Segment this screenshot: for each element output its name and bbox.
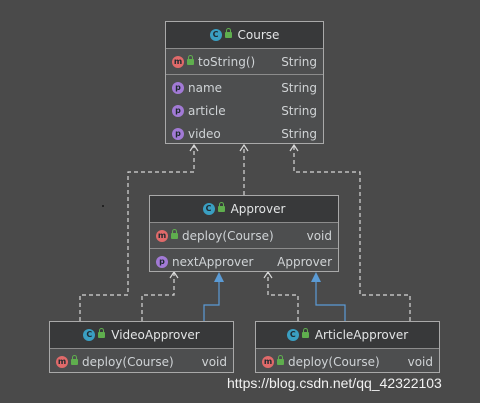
uml-class-diagram: C Course m toString() String p name Stri… bbox=[0, 0, 480, 403]
method-icon: m bbox=[56, 355, 68, 368]
class-header: C Approver bbox=[150, 196, 338, 223]
method-row[interactable]: m toString() String bbox=[166, 50, 323, 73]
class-course[interactable]: C Course m toString() String p name Stri… bbox=[165, 21, 324, 144]
class-name: Course bbox=[237, 28, 280, 42]
public-lock-icon bbox=[171, 228, 178, 239]
property-icon: p bbox=[156, 255, 168, 268]
field-type: String bbox=[281, 103, 317, 118]
field-type: Approver bbox=[277, 254, 332, 269]
fields-section: p nextApprover Approver bbox=[150, 249, 338, 274]
class-header: C Course bbox=[166, 22, 323, 49]
method-type: String bbox=[281, 54, 317, 69]
class-icon: C bbox=[83, 329, 96, 341]
class-icon: C bbox=[209, 29, 222, 41]
field-name: video bbox=[188, 126, 221, 141]
field-type: String bbox=[281, 126, 317, 141]
method-name: deploy(Course) bbox=[182, 228, 274, 243]
public-lock-icon bbox=[71, 354, 78, 365]
field-row[interactable]: p article String bbox=[166, 99, 323, 122]
property-icon: p bbox=[172, 104, 184, 117]
field-name: name bbox=[188, 80, 223, 95]
method-name: deploy(Course) bbox=[288, 354, 380, 369]
class-icon: C bbox=[286, 329, 299, 341]
abstract-class-icon: C bbox=[202, 203, 215, 215]
method-icon: m bbox=[262, 355, 274, 368]
watermark-text: https://blog.csdn.net/qq_42322103 bbox=[227, 375, 442, 391]
method-row[interactable]: m deploy(Course) void bbox=[150, 224, 338, 247]
method-row[interactable]: m deploy(Course) void bbox=[50, 350, 233, 373]
class-article-approver[interactable]: C ArticleApprover m deploy(Course) void bbox=[255, 321, 440, 373]
method-type: void bbox=[201, 354, 227, 369]
public-lock-icon bbox=[301, 328, 309, 338]
method-type: void bbox=[407, 354, 433, 369]
stray-dot bbox=[102, 205, 104, 207]
inheritance-line bbox=[203, 282, 220, 321]
method-type: void bbox=[306, 228, 332, 243]
methods-section: m deploy(Course) void bbox=[256, 349, 439, 374]
class-header: C VideoApprover bbox=[50, 322, 233, 349]
field-type: String bbox=[281, 80, 317, 95]
methods-section: m toString() String bbox=[166, 49, 323, 75]
class-header: C ArticleApprover bbox=[256, 322, 439, 349]
public-lock-icon bbox=[277, 354, 284, 365]
public-lock-icon bbox=[217, 202, 225, 212]
fields-section: p name String p article String p video S… bbox=[166, 75, 323, 146]
field-name: nextApprover bbox=[172, 254, 254, 269]
field-name: article bbox=[188, 103, 226, 118]
public-lock-icon bbox=[187, 54, 194, 65]
dependency-line bbox=[267, 272, 299, 321]
property-icon: p bbox=[172, 127, 184, 140]
class-name: Approver bbox=[230, 202, 286, 216]
class-name: ArticleApprover bbox=[314, 328, 409, 342]
method-icon: m bbox=[156, 229, 168, 242]
method-icon: m bbox=[172, 55, 184, 68]
public-lock-icon bbox=[224, 28, 232, 38]
field-row[interactable]: p name String bbox=[166, 76, 323, 99]
field-row[interactable]: p video String bbox=[166, 122, 323, 145]
class-video-approver[interactable]: C VideoApprover m deploy(Course) void bbox=[49, 321, 234, 373]
dependency-line bbox=[141, 272, 175, 321]
class-approver[interactable]: C Approver m deploy(Course) void p nextA… bbox=[149, 195, 339, 272]
class-name: VideoApprover bbox=[111, 328, 200, 342]
field-row[interactable]: p nextApprover Approver bbox=[150, 250, 338, 273]
methods-section: m deploy(Course) void bbox=[150, 223, 338, 249]
method-name: toString() bbox=[198, 54, 256, 69]
method-name: deploy(Course) bbox=[82, 354, 174, 369]
inheritance-line bbox=[315, 282, 346, 321]
property-icon: p bbox=[172, 81, 184, 94]
public-lock-icon bbox=[98, 328, 106, 338]
method-row[interactable]: m deploy(Course) void bbox=[256, 350, 439, 373]
methods-section: m deploy(Course) void bbox=[50, 349, 233, 374]
